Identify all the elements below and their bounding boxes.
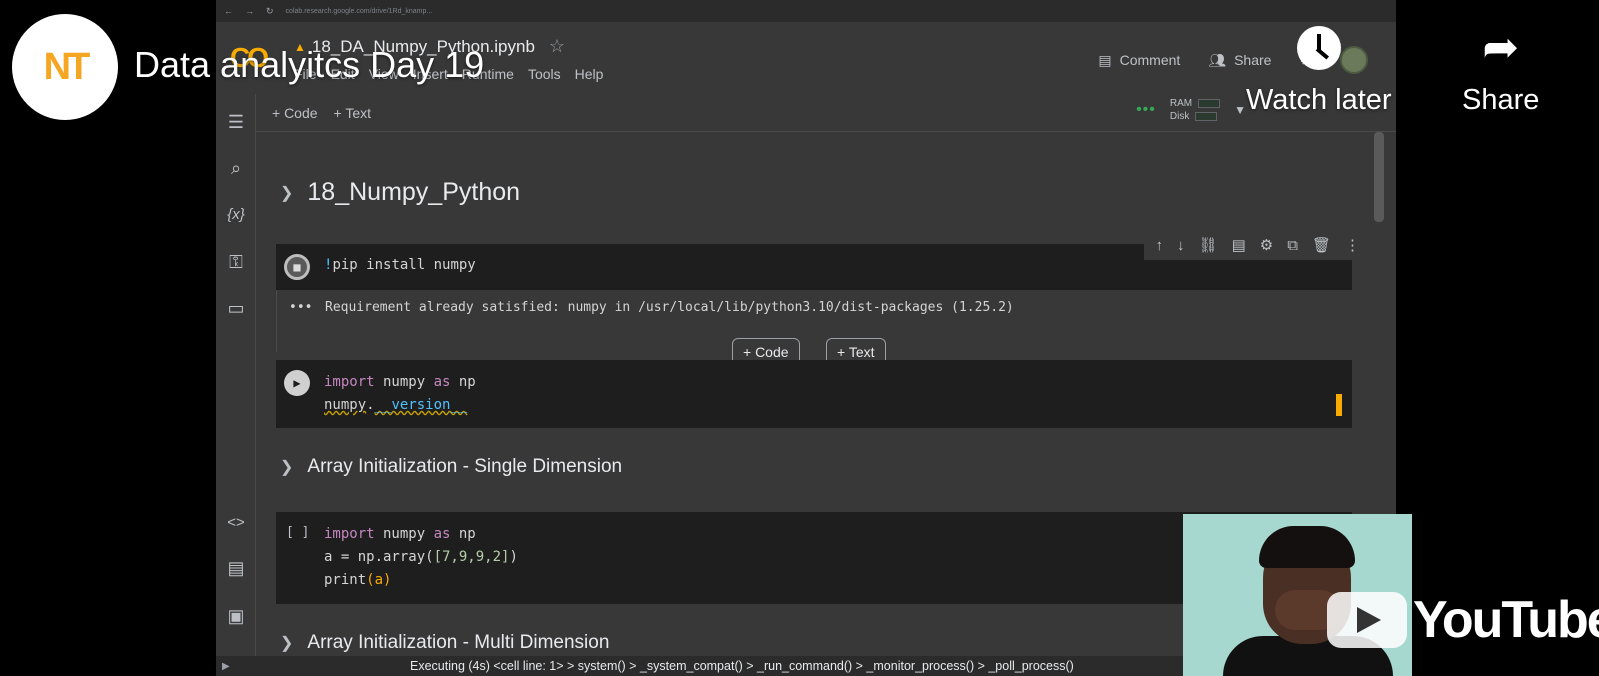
link-icon[interactable]: ⛓: [1199, 236, 1218, 254]
resource-meter: RAM Disk: [1169, 98, 1221, 122]
section-heading-1: ❯ 18_Numpy_Python: [280, 178, 520, 207]
section-heading-2: ❯ Array Initialization - Single Dimensio…: [280, 456, 622, 478]
ram-label: RAM: [1169, 98, 1193, 109]
section-title: 18_Numpy_Python: [307, 178, 521, 206]
search-icon[interactable]: ⌕: [224, 156, 248, 180]
section-title: Array Initialization - Single Dimension: [307, 456, 623, 477]
clock-icon: [1296, 26, 1341, 70]
collapse-chevron-icon[interactable]: ❯: [280, 457, 293, 477]
comment-label: Comment: [1119, 52, 1181, 68]
mirror-cell-icon[interactable]: ⧉: [1287, 237, 1298, 254]
code-cell-version[interactable]: ▶ import numpy as np numpy.__version__: [276, 360, 1352, 428]
key-icon[interactable]: ⚿: [224, 250, 248, 274]
comment-cell-icon[interactable]: ▤: [1232, 236, 1246, 254]
execution-count[interactable]: [ ]: [286, 525, 309, 540]
terminal-icon[interactable]: ▣: [224, 604, 248, 628]
comment-icon: ▤: [1098, 51, 1112, 68]
code-line: numpy.__version__: [324, 397, 468, 413]
connected-dots-icon: •••: [1136, 101, 1156, 118]
people-icon: 👥︎: [1208, 51, 1227, 68]
code-line: !pip install numpy: [324, 257, 476, 273]
scrollbar[interactable]: [1374, 132, 1384, 222]
move-down-icon[interactable]: ↓: [1177, 237, 1185, 254]
output-text: Requirement already satisfied: numpy in …: [325, 300, 1014, 315]
person-hair: [1259, 526, 1355, 568]
youtube-watermark[interactable]: YouTube: [1327, 590, 1599, 650]
reload-icon[interactable]: ↻: [266, 6, 274, 17]
add-text-button[interactable]: + Text: [334, 105, 372, 121]
channel-logo-text: NT: [43, 45, 91, 88]
code-line: import numpy as np: [324, 526, 476, 542]
text-cursor: [1336, 394, 1342, 416]
code-snippets-icon[interactable]: <>: [224, 510, 248, 534]
code-line: a = np.array([7,9,9,2]): [324, 549, 518, 565]
youtube-wordmark: YouTube: [1413, 591, 1599, 649]
share-arrow-icon: ➦: [1482, 23, 1520, 72]
code-line: print(a): [324, 572, 392, 588]
command-palette-icon[interactable]: ▤: [224, 556, 248, 580]
more-vert-icon[interactable]: ⋮: [1345, 236, 1360, 254]
settings-icon[interactable]: ⚙: [1260, 236, 1273, 254]
comment-button[interactable]: ▤ Comment: [1098, 52, 1180, 69]
code-line: import numpy as np: [324, 374, 476, 390]
collapse-chevron-icon[interactable]: ❯: [280, 183, 293, 203]
star-icon[interactable]: ☆: [549, 36, 565, 57]
cell-output: ••• Requirement already satisfied: numpy…: [276, 290, 1352, 352]
collapse-chevron-icon[interactable]: ❯: [280, 633, 293, 653]
channel-logo[interactable]: NT: [12, 14, 118, 120]
left-rail: ☰ ⌕ {x} ⚿ ▭ <> ▤ ▣: [216, 94, 256, 676]
watch-later-label: Watch later: [1246, 84, 1392, 116]
stop-execution-button[interactable]: ■: [284, 254, 310, 280]
table-of-contents-icon[interactable]: ☰: [224, 110, 248, 134]
watch-later-button[interactable]: Watch later: [1246, 26, 1392, 117]
notebook-toolbar: + Code + Text ••• RAM Disk ▼: [256, 94, 1396, 132]
chevron-down-icon[interactable]: ▼: [1234, 103, 1246, 117]
run-cell-button[interactable]: ▶: [284, 370, 310, 396]
disk-bar: [1195, 112, 1218, 121]
browser-url-bar: ← → ↻ colab.research.google.com/drive/1R…: [216, 0, 1396, 22]
cell-toolbar: ↑ ↓ ⛓ ▤ ⚙ ⧉ 🗑︎ ⋮: [1143, 230, 1372, 260]
output-menu-icon[interactable]: •••: [289, 300, 312, 315]
variables-icon[interactable]: {x}: [224, 202, 248, 226]
section-title: Array Initialization - Multi Dimension: [307, 632, 610, 653]
runtime-status[interactable]: ••• RAM Disk ▼: [1136, 98, 1246, 122]
forward-icon[interactable]: →: [245, 6, 254, 16]
back-icon[interactable]: ←: [224, 6, 233, 16]
section-heading-3: ❯ Array Initialization - Multi Dimension: [280, 632, 609, 654]
move-up-icon[interactable]: ↑: [1156, 237, 1164, 254]
video-title[interactable]: Data analyitcs Day 19: [134, 44, 484, 86]
expand-arrow-icon[interactable]: ▶: [222, 661, 230, 672]
share-video-label: Share: [1462, 84, 1540, 116]
menu-tools[interactable]: Tools: [528, 66, 561, 82]
share-video-button[interactable]: ➦ Share: [1462, 26, 1539, 117]
disk-label: Disk: [1169, 111, 1190, 122]
add-code-button[interactable]: + Code: [272, 105, 318, 121]
delete-icon[interactable]: 🗑︎: [1312, 236, 1331, 254]
folder-icon[interactable]: ▭: [224, 296, 248, 320]
ram-bar: [1198, 99, 1221, 108]
execution-status[interactable]: Executing (4s) <cell line: 1> > system()…: [410, 659, 1074, 673]
menu-help[interactable]: Help: [575, 66, 604, 82]
youtube-play-icon: [1327, 592, 1407, 648]
url-text[interactable]: colab.research.google.com/drive/1Rd_knam…: [286, 8, 1396, 15]
